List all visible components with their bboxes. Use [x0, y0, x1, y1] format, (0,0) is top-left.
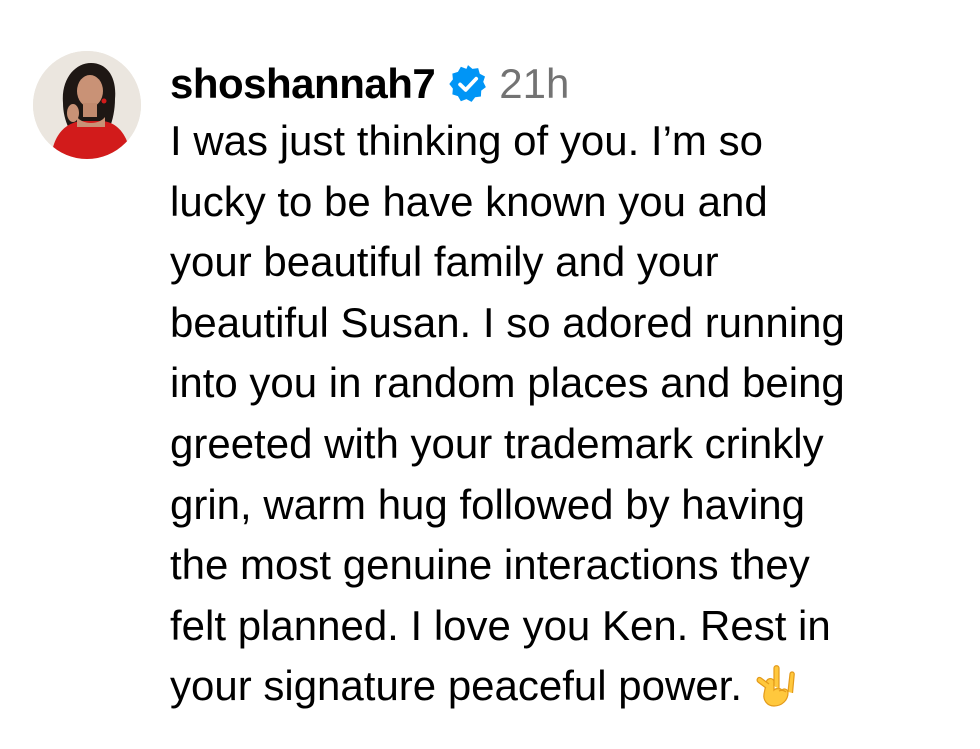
comment-line: grin, warm hug followed by having — [170, 480, 806, 528]
username[interactable]: shoshannah7 — [170, 60, 436, 108]
comment-line-text: your signature peaceful power. — [170, 662, 743, 710]
comment-line: into you in random places and being — [170, 359, 845, 407]
comment-header: shoshannah7 21h — [170, 58, 569, 110]
comment-line: felt planned. I love you Ken. Rest in — [170, 601, 831, 649]
verified-badge-icon — [447, 63, 489, 105]
comment-line: the most genuine interactions they — [170, 541, 810, 589]
timestamp[interactable]: 21h — [499, 60, 569, 108]
comment-line: your beautiful family and your — [170, 238, 719, 286]
comment-text: I was just thinking of you. I’m so lucky… — [170, 111, 970, 717]
comment-line: beautiful Susan. I so adored running — [170, 298, 845, 346]
avatar[interactable] — [33, 51, 141, 159]
love-you-gesture-emoji — [754, 662, 800, 708]
comment: shoshannah7 21h I was just thinking of y… — [0, 0, 980, 749]
avatar-image — [33, 51, 141, 159]
comment-line: I was just thinking of you. I’m so — [170, 117, 763, 164]
comment-line: greeted with your trademark crinkly — [170, 419, 824, 467]
comment-line-last: your signature peaceful power. — [170, 656, 970, 717]
comment-line: lucky to be have known you and — [170, 177, 768, 225]
